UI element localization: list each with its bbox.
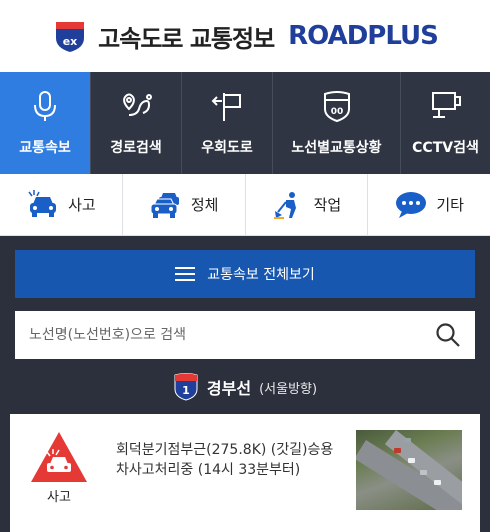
traffic-news-panel: 교통속보 전체보기 1 경부선 (서울방향) 사고 [0,236,490,532]
category-bar: 사고 정체 작업 기타 [0,174,490,236]
svg-text:1: 1 [182,384,190,397]
category-congestion[interactable]: 정체 [123,174,246,235]
menu-icon [175,267,196,281]
cctv-thumbnail[interactable] [356,430,462,510]
nav-label: 교통속보 [19,140,71,156]
nav-route-search[interactable]: 경로검색 [91,72,182,174]
category-etc[interactable]: 기타 [368,174,490,235]
incident-type-label: 사고 [47,490,71,505]
nav-detour[interactable]: 우회도로 [182,72,273,174]
ex-logo-icon: ex [56,22,85,52]
nav-label: 경로검색 [110,140,162,156]
category-label: 기타 [436,196,464,214]
congestion-cars-icon [150,192,179,218]
nav-cctv[interactable]: CCTV검색 [401,72,490,174]
highway-shield-icon: 00 [323,91,350,123]
view-all-label: 교통속보 전체보기 [207,267,315,283]
app-title-ko: 고속도로 교통정보 [98,24,275,53]
accident-warning-icon [31,432,87,482]
route-search-input[interactable] [29,327,435,343]
category-accident[interactable]: 사고 [0,174,123,235]
speech-bubble-icon [396,191,427,218]
nav-label: 노선별교통상황 [291,140,382,156]
nav-route-traffic[interactable]: 00 노선별교통상황 [273,72,401,174]
route-direction: (서울방향) [259,381,318,397]
incident-card[interactable]: 사고 회덕분기점부근(275.8K) (갓길)승용차사고처리중 (14시 33분… [10,414,480,532]
route-pin-icon [123,93,152,116]
app-header: ex 고속도로 교통정보 ROADPLUS [0,0,490,72]
svg-text:ex: ex [63,35,78,48]
nav-label: 우회도로 [201,140,253,156]
view-all-traffic-news-button[interactable]: 교통속보 전체보기 [15,250,475,298]
main-nav: 교통속보 경로검색 우회도로 00 노선별교통상황 CCTV검색 [0,72,490,174]
nav-label: CCTV검색 [412,140,479,156]
road-work-icon [273,191,296,219]
route-shield-icon: 1 [174,373,198,401]
microphone-icon [34,91,56,121]
category-label: 작업 [313,196,342,214]
category-label: 정체 [190,196,219,214]
category-label: 사고 [68,196,96,214]
nav-traffic-news[interactable]: 교통속보 [0,72,91,174]
incident-type-badge: 사고 [28,430,90,505]
route-name: 경부선 [206,379,252,398]
cctv-camera-icon [431,92,461,118]
search-icon[interactable] [435,322,461,348]
category-work[interactable]: 작업 [246,174,369,235]
svg-text:00: 00 [330,107,343,117]
route-heading: 1 경부선 (서울방향) [15,359,475,415]
route-search-box [15,311,475,359]
incident-description: 회덕분기점부근(275.8K) (갓길)승용차사고처리중 (14시 33분부터) [116,442,334,478]
accident-car-icon [28,189,57,217]
detour-sign-icon [211,93,241,121]
app-title-en: ROADPLUS [288,21,439,51]
